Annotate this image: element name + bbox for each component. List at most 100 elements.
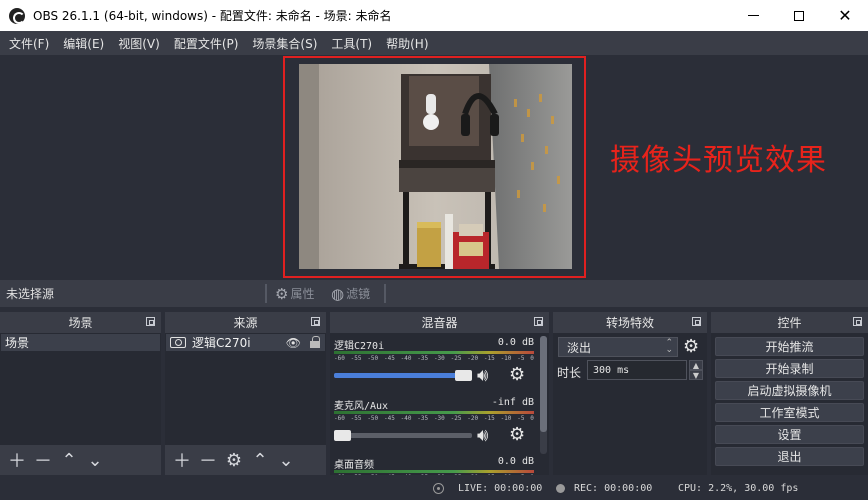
- channel-name: 桌面音频: [334, 460, 374, 471]
- transitions-dock-header: 转场特效: [553, 312, 707, 333]
- scene-item-label: 场景: [5, 336, 30, 350]
- undock-icon[interactable]: [534, 317, 543, 326]
- menu-profile[interactable]: 配置文件(P): [167, 35, 246, 52]
- title-bar: OBS 26.1.1 (64-bit, windows) - 配置文件: 未命名…: [0, 0, 868, 31]
- gear-icon[interactable]: ⚙: [509, 364, 525, 385]
- start-virtual-camera-button[interactable]: 启动虚拟摄像机: [715, 381, 864, 400]
- meter-tick: -10: [500, 415, 512, 422]
- meter-tick: -50: [367, 415, 379, 422]
- meter-tick: -25: [450, 355, 462, 362]
- filter-icon: ◍: [331, 284, 345, 303]
- transition-select[interactable]: 淡出 ⌃ ⌄: [558, 337, 678, 357]
- meter-tick: -40: [401, 474, 412, 475]
- menu-view[interactable]: 视图(V): [111, 35, 167, 52]
- meter-tick: -25: [451, 474, 462, 475]
- meter-tick: -30: [434, 474, 445, 475]
- lock-icon[interactable]: [310, 336, 320, 348]
- minimize-icon: [747, 15, 759, 16]
- meter-tick: -55: [350, 415, 362, 422]
- minimize-button[interactable]: [730, 0, 776, 31]
- meter-tick: 0: [530, 474, 534, 475]
- remove-source-button[interactable]: －: [195, 448, 221, 472]
- status-bar: LIVE: 00:00:00 REC: 00:00:00 CPU: 2.2%, …: [0, 478, 868, 500]
- source-properties-button[interactable]: ⚙: [221, 448, 247, 472]
- mixer-scrollbar-thumb[interactable]: [540, 336, 547, 432]
- meter-tick: -60: [334, 474, 345, 475]
- sources-dock-header: 来源: [165, 312, 326, 333]
- meter-tick: 0: [530, 415, 534, 422]
- move-up-button[interactable]: ⌃: [56, 448, 82, 472]
- menu-edit[interactable]: 编辑(E): [56, 35, 111, 52]
- spin-down-button[interactable]: ▼: [689, 370, 703, 380]
- exit-button[interactable]: 退出: [715, 447, 864, 466]
- meter-tick: -50: [367, 474, 378, 475]
- duration-input[interactable]: 300 ms: [587, 360, 687, 380]
- meter-tick: -15: [483, 355, 495, 362]
- meter-ticks: -60-55-50-45-40-35-30-25-20-15-10-50: [334, 355, 534, 362]
- meter-ticks: -60-55-50-45-40-35-30-25-20-15-10-50: [334, 415, 534, 422]
- volume-slider[interactable]: [334, 370, 472, 381]
- maximize-icon: [794, 10, 804, 21]
- undock-icon[interactable]: [311, 317, 320, 326]
- meter-tick: -60: [334, 355, 345, 362]
- volume-meter: [334, 470, 534, 473]
- gear-icon[interactable]: ⚙: [683, 336, 699, 357]
- undock-icon[interactable]: [853, 317, 862, 326]
- scene-item[interactable]: 场景: [1, 334, 160, 351]
- remove-scene-button[interactable]: －: [30, 448, 56, 472]
- volume-slider-handle[interactable]: [455, 370, 472, 381]
- settings-button[interactable]: 设置: [715, 425, 864, 444]
- start-recording-button[interactable]: 开始录制: [715, 359, 864, 378]
- preview-highlight-frame: [283, 56, 586, 278]
- channel-db: 0.0 dB: [497, 337, 534, 348]
- add-source-button[interactable]: ＋: [169, 448, 195, 472]
- move-up-button[interactable]: ⌃: [247, 448, 273, 472]
- filters-button[interactable]: ◍ 滤镜: [331, 284, 370, 303]
- source-item-label: 逻辑C270i: [192, 336, 251, 350]
- channel-name: 逻辑C270i: [334, 341, 385, 352]
- maximize-button[interactable]: [776, 0, 822, 31]
- studio-mode-button[interactable]: 工作室模式: [715, 403, 864, 422]
- volume-slider[interactable]: [334, 430, 472, 441]
- meter-tick: -20: [467, 355, 479, 362]
- channel-db: 0.0 dB: [497, 456, 534, 467]
- filters-label: 滤镜: [346, 287, 371, 301]
- menu-help[interactable]: 帮助(H): [379, 35, 435, 52]
- spin-up-button[interactable]: ▲: [689, 360, 703, 370]
- preview-area[interactable]: 摄像头预览效果: [0, 55, 868, 278]
- duration-label: 时长: [557, 366, 582, 380]
- menu-file[interactable]: 文件(F): [2, 35, 56, 52]
- mixer-dock-title: 混音器: [421, 316, 458, 330]
- meter-tick: -50: [367, 355, 379, 362]
- speaker-icon[interactable]: 🔊︎: [477, 365, 488, 386]
- start-streaming-button[interactable]: 开始推流: [715, 337, 864, 356]
- close-button[interactable]: ✕: [822, 0, 868, 31]
- volume-slider-handle[interactable]: [334, 430, 351, 441]
- toolbar-divider: [265, 284, 267, 303]
- meter-tick: -15: [484, 474, 495, 475]
- camera-icon: [170, 337, 186, 348]
- move-down-button[interactable]: ⌄: [273, 448, 299, 472]
- meter-tick: -20: [467, 474, 478, 475]
- cpu-fps: CPU: 2.2%, 30.00 fps: [678, 483, 799, 494]
- move-down-button[interactable]: ⌄: [82, 448, 108, 472]
- menu-scene-collection[interactable]: 场景集合(S): [245, 35, 324, 52]
- speaker-icon[interactable]: 🔊︎: [477, 425, 488, 446]
- eye-icon[interactable]: 👁: [286, 336, 301, 350]
- transitions-dock: 转场特效 淡出 ⌃ ⌄ ⚙ 时长 300 ms ▲ ▼: [553, 312, 707, 475]
- meter-tick: -45: [384, 474, 395, 475]
- no-source-label: 未选择源: [6, 287, 55, 301]
- gear-icon[interactable]: ⚙: [509, 424, 525, 445]
- meter-tick: -5: [517, 355, 525, 362]
- undock-icon[interactable]: [146, 317, 155, 326]
- meter-tick: 0: [530, 355, 534, 362]
- properties-button[interactable]: ⚙ 属性: [275, 284, 314, 303]
- menu-tools[interactable]: 工具(T): [324, 35, 379, 52]
- undock-icon[interactable]: [692, 317, 701, 326]
- source-item[interactable]: 逻辑C270i 👁: [166, 334, 325, 351]
- add-scene-button[interactable]: ＋: [4, 448, 30, 472]
- meter-tick: -30: [433, 415, 445, 422]
- channel-db: -inf dB: [491, 397, 534, 408]
- meter-tick: -60: [334, 415, 345, 422]
- mixer-scrollbar[interactable]: [540, 336, 547, 454]
